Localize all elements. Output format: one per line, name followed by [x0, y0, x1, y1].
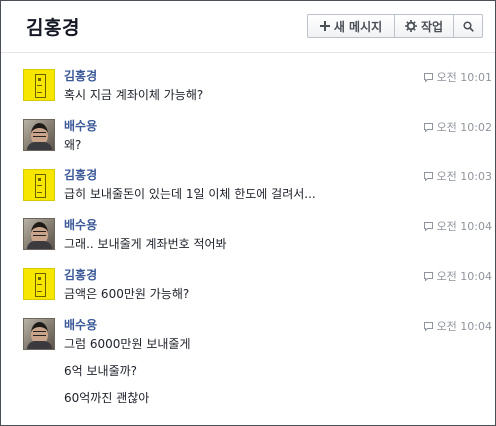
- timestamp: 오전 10:04: [423, 218, 492, 234]
- avatar[interactable]: [23, 69, 55, 101]
- actions-label: 작업: [420, 19, 444, 34]
- timestamp-label: 오전 10:01: [436, 71, 492, 84]
- search-icon: [462, 20, 474, 32]
- message-text: 60억까진 괜찮아: [64, 391, 150, 405]
- plus-icon: [319, 21, 330, 31]
- sender-name[interactable]: 배수용: [64, 216, 97, 233]
- avatar[interactable]: [23, 218, 55, 250]
- message-text: 6억 보내줄까?: [64, 364, 138, 378]
- timestamp: 오전 10:01: [423, 69, 492, 85]
- sender-name[interactable]: 김홍경: [64, 266, 97, 283]
- avatar[interactable]: [23, 268, 55, 300]
- message-text: 급히 보내줄돈이 있는데 1일 이체 한도에 걸려서...: [64, 187, 316, 201]
- sender-name[interactable]: 김홍경: [64, 166, 97, 183]
- avatar[interactable]: [23, 119, 55, 151]
- timestamp-label: 오전 10:04: [436, 220, 492, 233]
- timestamp: 오전 10:02: [423, 119, 492, 135]
- message-bubble-icon: [423, 171, 433, 181]
- sender-name[interactable]: 배수용: [64, 117, 97, 134]
- new-message-button[interactable]: 새 메시지: [307, 14, 395, 38]
- timestamp-label: 오전 10:02: [436, 121, 492, 134]
- avatar[interactable]: [23, 318, 55, 350]
- new-message-label: 새 메시지: [333, 19, 383, 34]
- timestamp-label: 오전 10:04: [436, 320, 492, 333]
- search-button[interactable]: [453, 14, 483, 38]
- message-text: 왜?: [64, 138, 82, 152]
- timestamp-label: 오전 10:03: [436, 170, 492, 183]
- message-text: 그럼 6000만원 보내줄게: [64, 337, 191, 351]
- message-text: 그래.. 보내줄게 계좌번호 적어봐: [64, 237, 227, 251]
- message-text: 금액은 600만원 가능해?: [64, 287, 190, 301]
- conversation-window: 김홍경 새 메시지 작업 김홍경 오전 10:01 혹시 지금 계좌이체 가능해…: [0, 0, 496, 426]
- message-list: 김홍경 오전 10:01 혹시 지금 계좌이체 가능해? 배수용 오전 10:0…: [1, 53, 495, 425]
- sender-name[interactable]: 김홍경: [64, 67, 97, 84]
- actions-button[interactable]: 작업: [394, 14, 454, 38]
- timestamp-label: 오전 10:04: [436, 270, 492, 283]
- timestamp: 오전 10:03: [423, 168, 492, 184]
- message-bubble-icon: [423, 321, 433, 331]
- sender-name[interactable]: 배수용: [64, 316, 97, 333]
- message-bubble-icon: [423, 271, 433, 281]
- message-bubble-icon: [423, 221, 433, 231]
- message-bubble-icon: [423, 72, 433, 82]
- avatar[interactable]: [23, 169, 55, 201]
- gear-icon: [404, 20, 417, 32]
- message-bubble-icon: [423, 122, 433, 132]
- conversation-header: 김홍경 새 메시지 작업: [1, 1, 495, 53]
- timestamp: 오전 10:04: [423, 268, 492, 284]
- conversation-title: 김홍경: [26, 17, 80, 39]
- timestamp: 오전 10:04: [423, 318, 492, 334]
- message-text: 혹시 지금 계좌이체 가능해?: [64, 88, 204, 102]
